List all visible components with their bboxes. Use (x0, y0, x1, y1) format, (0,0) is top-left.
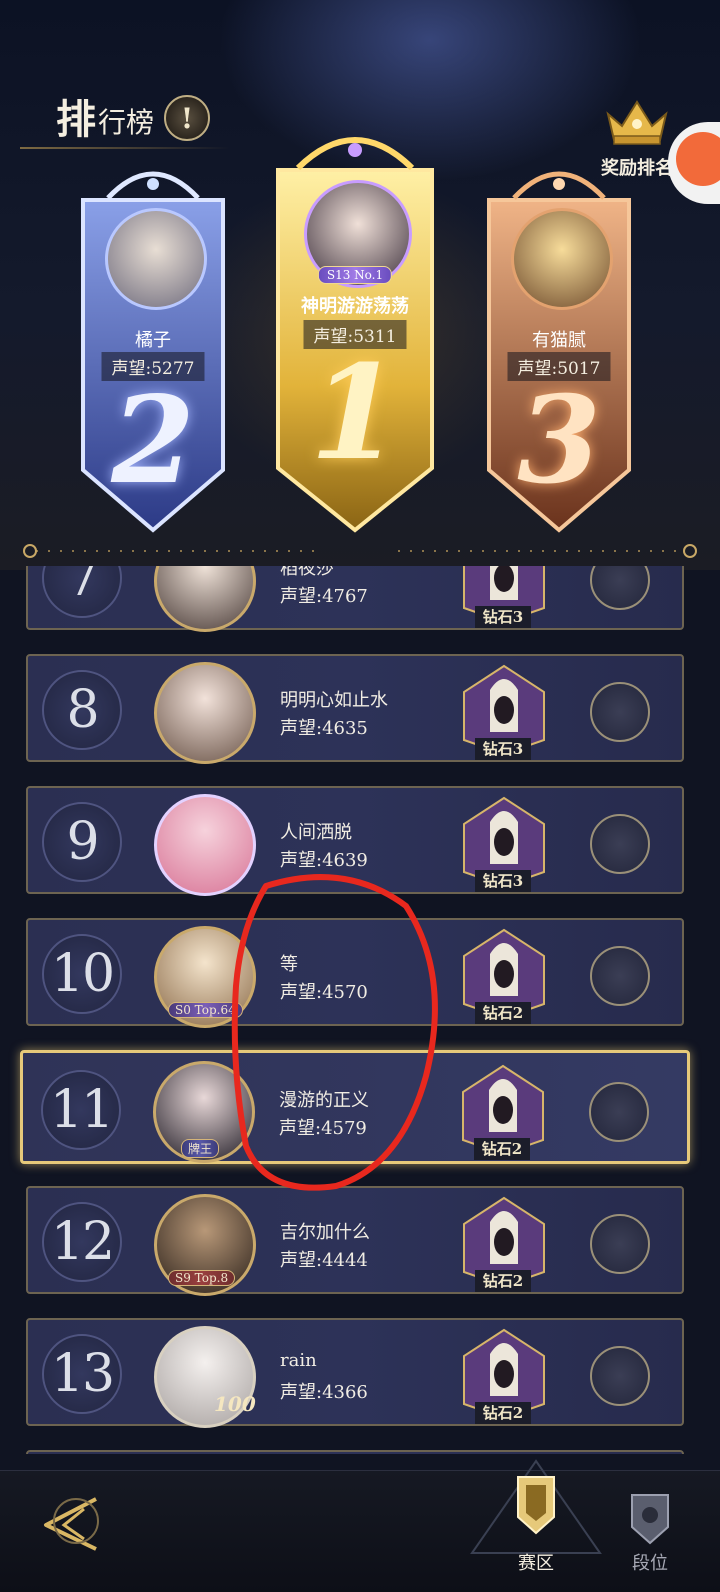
player-name: 吉尔加什么 (280, 1222, 370, 1243)
rank-number: 12 (50, 1212, 115, 1272)
list-item[interactable]: 12 S9 Top.8 吉尔加什么 声望:4444 钻石2 (26, 1186, 684, 1296)
tier-label: 钻石3 (475, 606, 531, 628)
emblem-icon[interactable] (590, 682, 650, 742)
title-rest: 行榜 (98, 106, 155, 139)
back-arrow-icon[interactable] (36, 1487, 102, 1553)
title-tag: 牌王 (181, 1139, 220, 1158)
emblem-icon[interactable] (590, 566, 650, 610)
emblem-icon[interactable] (590, 1346, 650, 1406)
podium-divider (23, 544, 697, 558)
tab-zone[interactable]: 赛区 (468, 1457, 604, 1579)
rank-number: 9 (66, 812, 99, 872)
info-icon: ! (180, 101, 194, 135)
list-item-current-player[interactable]: 11 牌王 漫游的正义 声望:4579 钻石2 (20, 1050, 690, 1164)
rank-number: 10 (50, 944, 115, 1004)
season-tag: S9 Top.8 (168, 1270, 236, 1286)
podium-first[interactable]: S13 No.1 神明游游荡荡 声望:5311 1 (262, 118, 448, 538)
tier-label: 钻石3 (475, 870, 531, 892)
rank-badge: 11 (41, 1070, 121, 1150)
rank-number: 13 (50, 1344, 115, 1404)
list-item[interactable]: 13 100 rain 声望:4366 钻石2 (26, 1318, 684, 1428)
emblem-icon[interactable] (590, 946, 650, 1006)
rank-number: 1 (309, 336, 401, 489)
leaderboard-title: 排 行榜 (56, 100, 154, 140)
avatar (154, 794, 256, 896)
tier-label: 钻石2 (475, 1270, 531, 1292)
podium-third[interactable]: 有猫腻 声望:5017 3 (474, 150, 644, 540)
reputation: 声望:4570 (280, 982, 368, 1003)
rank-number: 8 (66, 680, 99, 740)
list-item[interactable]: 10 S0 Top.64 等 声望:4570 钻石2 (26, 918, 684, 1028)
avatar (511, 208, 613, 310)
rank-badge: 10 (42, 934, 122, 1014)
player-name: 明明心如止水 (280, 690, 388, 711)
player-name: rain (280, 1350, 317, 1371)
rank-badge: 7 (42, 566, 122, 618)
level-tag: 100 (214, 1392, 256, 1416)
season-tag: S0 Top.64 (168, 1002, 243, 1018)
rank-badge: 13 (42, 1334, 122, 1414)
zone-shield-icon (470, 1459, 602, 1554)
rank-number: 11 (49, 1080, 114, 1140)
player-name: 人间洒脱 (280, 822, 352, 843)
reputation: 声望:4635 (280, 718, 368, 739)
player-name: 稻夜莎 (280, 566, 334, 579)
tier-label: 钻石2 (474, 1138, 530, 1160)
info-button[interactable]: ! (164, 95, 210, 141)
list-item-partial[interactable] (26, 1450, 684, 1454)
reputation: 声望:4767 (280, 586, 368, 607)
player-name: 等 (280, 954, 298, 975)
reputation: 声望:4444 (280, 1250, 368, 1271)
avatar (154, 662, 256, 764)
reputation: 声望:4639 (280, 850, 368, 871)
rank-badge: 12 (42, 1202, 122, 1282)
avatar (105, 208, 207, 310)
rank-badge: 9 (42, 802, 122, 882)
reputation: 声望:4579 (279, 1118, 367, 1139)
rank-number: 3 (517, 370, 601, 511)
reputation: 声望:4366 (280, 1382, 368, 1403)
player-name: 神明游游荡荡 (301, 296, 409, 317)
rank-badge: 8 (42, 670, 122, 750)
rank-number: 7 (66, 566, 99, 608)
player-name: 橘子 (135, 330, 171, 351)
tab-rank[interactable]: 段位 (620, 1491, 680, 1581)
rank-number: 2 (111, 370, 195, 511)
title-big-char: 排 (56, 96, 96, 143)
tier-label: 钻石2 (475, 1402, 531, 1424)
emblem-icon[interactable] (590, 1214, 650, 1274)
player-name: 有猫腻 (532, 330, 586, 351)
ranking-list[interactable]: 7 稻夜莎 声望:4767 钻石3 8 明明心如止水 声望:4635 钻石3 9… (0, 566, 720, 1454)
podium-second[interactable]: 橘子 声望:5277 2 (68, 150, 238, 540)
zone-tab-label: 赛区 (518, 1553, 554, 1574)
avatar (154, 566, 256, 632)
bottom-navigation: 赛区 段位 (0, 1459, 720, 1592)
tier-label: 钻石2 (475, 1002, 531, 1024)
season-badge: S13 No.1 (317, 266, 393, 284)
emblem-icon[interactable] (589, 1082, 649, 1142)
crown-icon (606, 100, 668, 145)
list-item[interactable]: 8 明明心如止水 声望:4635 钻石3 (26, 654, 684, 764)
list-item[interactable]: 7 稻夜莎 声望:4767 钻石3 (26, 566, 684, 632)
rank-tab-label: 段位 (632, 1553, 668, 1574)
header-underline (20, 147, 230, 149)
emblem-icon[interactable] (590, 814, 650, 874)
player-name: 漫游的正义 (279, 1090, 369, 1111)
list-item[interactable]: 9 人间洒脱 声望:4639 钻石3 (26, 786, 684, 896)
rank-shield-icon (631, 1494, 669, 1545)
tier-label: 钻石3 (475, 738, 531, 760)
